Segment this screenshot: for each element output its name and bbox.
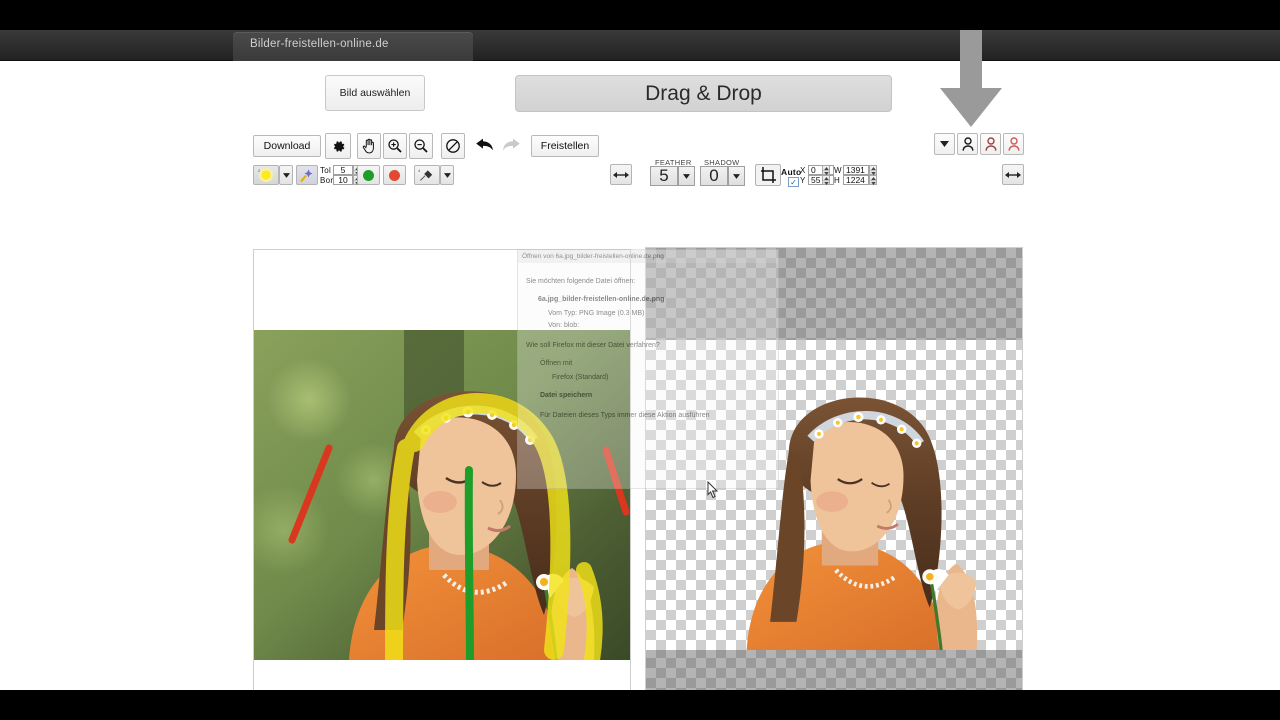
user-icon-1-button[interactable] bbox=[957, 133, 978, 155]
download-button[interactable]: Download bbox=[253, 135, 321, 157]
eraser-icon: 4 bbox=[418, 168, 433, 181]
crop-auto-label: Auto bbox=[781, 167, 802, 177]
choose-image-button[interactable]: Bild auswählen bbox=[325, 75, 425, 111]
resize-horizontal-icon bbox=[613, 171, 629, 178]
brush-tool-button[interactable]: 2 bbox=[253, 165, 279, 185]
resize-horizontal-icon bbox=[1005, 171, 1021, 178]
zoom-in-icon bbox=[388, 139, 402, 153]
browser-titlebar: Bilder-freistellen-online.de bbox=[0, 30, 1280, 61]
redo-button[interactable] bbox=[499, 133, 523, 159]
settings-button[interactable] bbox=[325, 133, 351, 159]
page-body: Bild auswählen Drag & Drop Download Frei… bbox=[0, 30, 1280, 720]
crop-w-label: W bbox=[834, 166, 842, 175]
eraser-tool-button[interactable]: 4 bbox=[414, 165, 440, 185]
dialog-filename: 6a.jpg_bilder-freistellen-online.de.png bbox=[538, 296, 665, 303]
freistellen-button[interactable]: Freistellen bbox=[531, 135, 599, 157]
dialog-prompt: Sie möchten folgende Datei öffnen: bbox=[526, 278, 636, 285]
drag-drop-zone[interactable]: Drag & Drop bbox=[515, 75, 892, 112]
crop-h-spinner[interactable] bbox=[869, 175, 877, 185]
user-icon-2-button[interactable] bbox=[980, 133, 1001, 155]
person-icon bbox=[1008, 137, 1019, 151]
hand-tool-button[interactable] bbox=[357, 133, 381, 159]
dialog-title: Öffnen von 6a.jpg_bilder-freistellen-onl… bbox=[518, 250, 778, 263]
brush-size-dropdown[interactable] bbox=[279, 165, 293, 185]
chevron-down-icon bbox=[443, 172, 451, 178]
crop-w-input[interactable]: 1391 bbox=[843, 165, 869, 175]
spinner-down-icon bbox=[824, 181, 829, 185]
crop-h-input[interactable]: 1224 bbox=[843, 175, 869, 185]
dialog-remember-checkbox[interactable]: Für Dateien dieses Typs immer diese Akti… bbox=[540, 412, 710, 419]
person-icon bbox=[962, 137, 973, 151]
hand-icon bbox=[362, 138, 374, 154]
undo-button[interactable] bbox=[473, 133, 497, 159]
crop-x-label: X bbox=[800, 166, 806, 175]
border-input[interactable]: 10 bbox=[333, 175, 353, 185]
svg-text:4: 4 bbox=[418, 168, 421, 173]
screen-root: Bilder-freistellen-online.de Bild auswäh… bbox=[0, 0, 1280, 720]
dialog-option-open-app[interactable]: Firefox (Standard) bbox=[552, 374, 608, 381]
dialog-option-save[interactable]: Datei speichern bbox=[540, 392, 592, 399]
magic-wand-button[interactable] bbox=[296, 165, 318, 185]
keep-marker-button[interactable] bbox=[357, 165, 380, 185]
bottom-letterbox bbox=[0, 690, 1280, 720]
browser-tab-title: Bilder-freistellen-online.de bbox=[250, 38, 389, 50]
crop-x-input[interactable]: 0 bbox=[808, 165, 834, 175]
dialog-option-open[interactable]: Öffnen mit bbox=[540, 360, 572, 367]
panel-resize-left-button[interactable] bbox=[610, 164, 632, 185]
undo-arrow-icon bbox=[476, 138, 493, 151]
feather-value[interactable]: 5 bbox=[650, 166, 678, 186]
mouse-cursor bbox=[707, 481, 719, 499]
crop-w-spinner[interactable] bbox=[869, 165, 877, 175]
dialog-filetype: Vom Typ: PNG Image (0.3 MB) bbox=[548, 310, 645, 317]
soft-brush-icon: 2 bbox=[258, 168, 273, 182]
remove-marker-button[interactable] bbox=[383, 165, 406, 185]
crop-tool-button[interactable] bbox=[755, 164, 781, 186]
shadow-value[interactable]: 0 bbox=[700, 166, 728, 186]
crop-auto-checkbox[interactable]: ✓ bbox=[788, 177, 799, 187]
dialog-source: Von: blob: bbox=[548, 322, 580, 329]
user-icon-3-button[interactable] bbox=[1003, 133, 1024, 155]
feather-dropdown[interactable] bbox=[678, 166, 695, 186]
crop-icon bbox=[760, 166, 776, 183]
chevron-down-icon bbox=[683, 173, 690, 179]
spinner-down-icon bbox=[871, 181, 876, 185]
crop-y-label: Y bbox=[800, 176, 806, 185]
border-label: Bor bbox=[320, 176, 334, 185]
crop-x-spinner[interactable] bbox=[822, 165, 830, 175]
person-icon bbox=[985, 137, 996, 151]
no-entry-icon bbox=[446, 139, 460, 153]
crop-y-input[interactable]: 55 bbox=[808, 175, 834, 185]
download-dialog-ghost[interactable]: Öffnen von 6a.jpg_bilder-freistellen-onl… bbox=[517, 249, 779, 489]
account-dropdown-button[interactable] bbox=[934, 133, 955, 155]
chevron-down-icon bbox=[940, 141, 949, 147]
editor-toolbar: Download Freistellen 2 Tol 5 Bor 10 4 FE… bbox=[0, 133, 1280, 187]
tolerance-input[interactable]: 5 bbox=[333, 165, 353, 175]
down-arrow-annotation-icon bbox=[940, 30, 1002, 127]
zoom-out-button[interactable] bbox=[409, 133, 433, 159]
chevron-down-icon bbox=[282, 172, 290, 178]
dialog-question: Wie soll Firefox mit dieser Datei verfah… bbox=[526, 342, 660, 349]
crop-y-spinner[interactable] bbox=[822, 175, 830, 185]
gear-icon bbox=[333, 140, 344, 152]
zoom-out-icon bbox=[414, 139, 428, 153]
tolerance-label: Tol bbox=[320, 166, 332, 175]
magic-wand-icon bbox=[300, 169, 313, 182]
panel-resize-right-button[interactable] bbox=[1002, 164, 1024, 185]
chevron-down-icon bbox=[733, 173, 740, 179]
crop-h-label: H bbox=[834, 176, 841, 185]
redo-arrow-icon bbox=[503, 138, 520, 151]
clear-button[interactable] bbox=[441, 133, 465, 159]
zoom-in-button[interactable] bbox=[383, 133, 407, 159]
eraser-size-dropdown[interactable] bbox=[440, 165, 454, 185]
shadow-dropdown[interactable] bbox=[728, 166, 745, 186]
green-dot-icon bbox=[363, 169, 374, 181]
red-dot-icon bbox=[389, 169, 400, 181]
